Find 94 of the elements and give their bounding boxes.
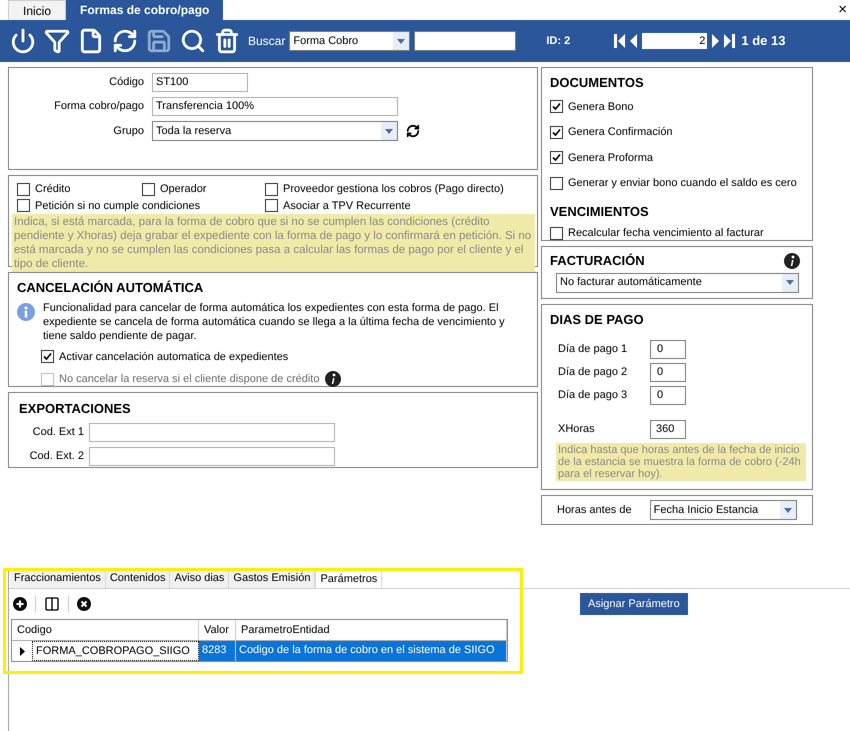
checkbox-option[interactable]: Operador [142, 181, 206, 198]
section-title: VENCIMIENTOS [550, 202, 650, 220]
caret-icon [786, 280, 794, 285]
checkbox[interactable] [550, 151, 563, 164]
record-id: ID: 2 [546, 34, 572, 49]
first-page-icon[interactable] [614, 34, 626, 48]
caret-icon [385, 128, 393, 134]
caret-icon [397, 38, 406, 44]
dropdown-button[interactable] [381, 122, 397, 140]
row-pointer-icon [20, 646, 24, 656]
checkbox-option[interactable]: Activar cancelación automatica de expedientes [41, 348, 288, 365]
dropdown-button[interactable] [780, 501, 796, 519]
text-field[interactable]: ST100 [152, 73, 248, 92]
assign-parameter-button[interactable]: Asignar Parámetro [580, 593, 688, 615]
field-label: XHoras [558, 422, 596, 437]
field-label: Día de pago 3 [558, 388, 628, 403]
checkbox[interactable] [41, 350, 54, 364]
section-title: FACTURACIÓN [550, 252, 645, 270]
text-field[interactable]: Transferencia 100% [152, 97, 398, 116]
search-field[interactable] [414, 31, 516, 51]
checkbox-option[interactable]: Asociar a TPV Recurrente [265, 198, 411, 214]
text-field[interactable] [89, 422, 335, 442]
number-field[interactable]: 0 [650, 340, 686, 358]
field-label: Cod. Ext 1 [32, 424, 84, 440]
columns-icon[interactable] [44, 596, 60, 612]
billing-select[interactable]: No facturar automáticamente [556, 272, 799, 292]
field-label: Día de pago 2 [558, 364, 628, 380]
checkbox-option[interactable]: Genera Bono [550, 98, 634, 115]
tab[interactable]: Formas de cobro/pago [66, 0, 224, 20]
checkbox[interactable] [550, 226, 563, 240]
checkbox[interactable] [17, 199, 30, 212]
checkbox-option[interactable]: Genera Confirmación [550, 124, 673, 140]
refresh-icon[interactable] [406, 124, 420, 138]
number-field[interactable]: 0 [650, 386, 686, 404]
info-text: Funcionalidad para cancelar de forma automática los expedientes con esta forma de pago. El expediente se cancela de forma automática cuando se llega a la última fecha de vencimiento y tiene saldo pendiente de pagar. [43, 300, 506, 342]
trash-icon[interactable] [214, 28, 240, 54]
file-icon[interactable] [78, 28, 104, 54]
column-header[interactable]: Codigo [12, 620, 199, 640]
help-note: Indica, si está marcada, para la forma de cobro que si no se cumplen las condiciones (crédito pendiente y Xhoras) deja grabar el expediente con la forma de pago y lo confirmará en petición. Si no está marcada y no se cumplen las condiciones pasa a calcular las formas de pago por el cliente y el tipo de cliente. [12, 214, 535, 272]
refresh-icon[interactable] [112, 28, 138, 54]
field-label: Forma cobro/pago [53, 99, 144, 114]
last-page-icon[interactable] [724, 34, 736, 48]
section-title: DIAS DE PAGO [550, 311, 645, 329]
checkbox[interactable] [142, 182, 155, 196]
help-note: Indica hasta que horas antes de la fecha de inicio de la estancia se muestra la forma de cobro (-24h para el reservar hoy). [556, 442, 806, 480]
table-cell: FORMA_COBROPAGO_SIIGO [32, 641, 199, 661]
section-title: DOCUMENTOS [550, 74, 645, 92]
info-icon [17, 302, 35, 320]
tab[interactable]: Inicio [8, 0, 66, 20]
remove-icon[interactable] [77, 597, 91, 611]
info-icon[interactable] [784, 252, 800, 269]
field-label: Código [108, 75, 144, 90]
field-label: Cod. Ext. 2 [28, 448, 84, 464]
page-field[interactable]: 2 [642, 33, 708, 49]
close-button[interactable]: × [835, 0, 850, 20]
table-cell: 8283 [199, 641, 236, 661]
checkbox[interactable] [550, 100, 563, 114]
page-count: 1 de 13 [741, 32, 786, 50]
number-field[interactable]: 0 [650, 362, 686, 382]
power-icon[interactable] [10, 28, 36, 54]
checkbox-option[interactable]: Generar y enviar bono cuando el saldo es cero [550, 175, 797, 192]
field-label: Día de pago 1 [558, 342, 628, 357]
add-icon[interactable] [13, 597, 27, 611]
search-label: Buscar [248, 33, 286, 50]
checkbox[interactable] [550, 126, 563, 139]
dropdown-button[interactable] [393, 32, 410, 50]
checkbox[interactable] [265, 199, 278, 212]
checkbox[interactable] [265, 182, 278, 196]
table-cell: Codigo de la forma de cobro en el sistema de SIIGO [236, 641, 507, 661]
checkbox-option[interactable]: Recalcular fecha vencimiento al facturar [550, 225, 764, 242]
checkbox-option[interactable]: Genera Proforma [550, 150, 653, 166]
text-field[interactable] [89, 446, 335, 466]
table-row[interactable]: FORMA_COBROPAGO_SIIGO 8283 Codigo de la forma de cobro en el sistema de SIIGO [12, 641, 507, 661]
section-title: EXPORTACIONES [19, 400, 132, 418]
dropdown-button[interactable] [782, 274, 798, 292]
column-header[interactable]: Valor [199, 620, 236, 640]
column-header[interactable]: ParametroEntidad [236, 620, 507, 640]
search-by-select[interactable]: Forma Cobro [289, 31, 410, 51]
field-label: Horas antes de [557, 502, 632, 518]
number-field[interactable]: 360 [650, 420, 686, 438]
checkbox[interactable] [550, 176, 563, 190]
checkbox-option[interactable]: Proveedor gestiona los cobros (Pago directo) [265, 181, 504, 198]
search-icon[interactable] [180, 28, 206, 54]
filter-icon[interactable] [44, 28, 70, 54]
previous-icon[interactable] [628, 34, 640, 48]
next-icon[interactable] [710, 34, 722, 48]
field-label: Grupo [112, 124, 144, 139]
caret-icon [784, 508, 792, 512]
hours-before-select[interactable]: Fecha Inicio Estancia [650, 500, 797, 520]
checkbox[interactable] [17, 182, 30, 196]
checkbox-option[interactable]: Crédito [17, 181, 70, 198]
checkbox-option[interactable]: Petición si no cumple condiciones [17, 198, 200, 214]
group-select[interactable]: Toda la reserva [152, 121, 398, 141]
section-title: CANCELACIÓN AUTOMÁTICA [17, 279, 204, 297]
